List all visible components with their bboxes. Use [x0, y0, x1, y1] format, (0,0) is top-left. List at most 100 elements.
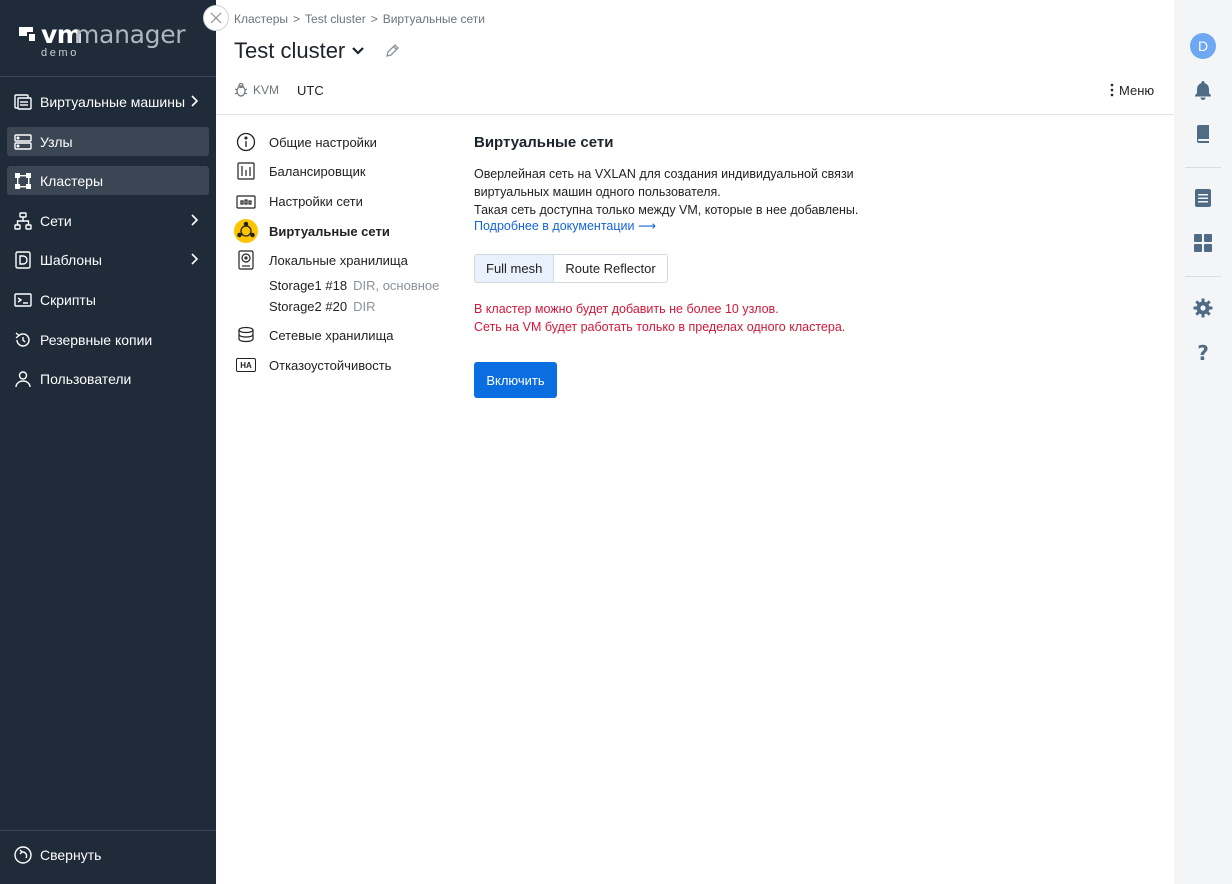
kvm-bug-icon	[234, 82, 248, 97]
sidebar-item-label: Скрипты	[40, 291, 96, 308]
breadcrumb: Кластеры > Test cluster > Виртуальные сети	[234, 12, 485, 26]
chevron-down-icon	[352, 47, 365, 55]
sidebar-item-label: Шаблоны	[40, 251, 102, 268]
settings-item-label: Общие настройки	[269, 134, 377, 150]
clusters-icon	[13, 171, 33, 191]
settings-item-network[interactable]: Настройки сети	[234, 189, 363, 213]
storage-name: Storage2 #20	[269, 299, 348, 314]
dashboard-icon[interactable]	[1192, 232, 1214, 254]
settings-item-local-storage[interactable]: Локальные хранилища	[234, 248, 408, 272]
sidebar-item-virtual-machines[interactable]: Виртуальные машины	[7, 87, 209, 116]
sidebar-item-users[interactable]: Пользователи	[7, 364, 209, 393]
settings-item-label: Виртуальные сети	[269, 223, 390, 239]
chevron-right-icon	[191, 95, 199, 107]
settings-item-label: Балансировщик	[269, 163, 366, 179]
vm-icon	[13, 92, 33, 112]
sidebar-item-nodes[interactable]: Узлы	[7, 127, 209, 156]
sidebar-item-label: Виртуальные машины	[40, 93, 186, 110]
sidebar-divider	[0, 76, 216, 77]
virtualization-type: KVM	[234, 82, 279, 98]
logo-demo-text: demo	[41, 47, 79, 59]
timezone-label: UTC	[297, 82, 324, 98]
page-title-text: Test cluster	[234, 38, 346, 63]
settings-item-balancer[interactable]: Балансировщик	[234, 159, 366, 183]
more-vertical-icon	[1110, 83, 1114, 97]
virtual-network-icon	[234, 219, 258, 243]
sidebar-item-backups[interactable]: Резервные копии	[7, 325, 209, 354]
mode-segmented-control: Full mesh Route Reflector	[474, 254, 668, 283]
logo-mark-icon	[19, 27, 35, 41]
storage-item-1[interactable]: Storage1 #18 DIR, основное	[269, 278, 439, 293]
settings-item-label: Настройки сети	[269, 193, 363, 209]
section-description: Оверлейная сеть на VXLAN для создания ин…	[474, 165, 894, 219]
settings-item-label: Отказоустойчивость	[269, 357, 392, 373]
sidebar-item-label: Сети	[40, 212, 72, 229]
warning-line: Сеть на VM будет работать только в преде…	[474, 320, 846, 334]
app-logo[interactable]: vm manager demo	[19, 20, 189, 60]
avatar[interactable]: D	[1190, 33, 1216, 59]
rail-divider	[1185, 276, 1221, 277]
documentation-link[interactable]: Подробнее в документации ⟶	[474, 218, 656, 233]
sidebar-item-label: Узлы	[40, 133, 73, 150]
chevron-right-icon	[191, 214, 199, 226]
breadcrumb-separator: >	[370, 12, 378, 26]
help-icon[interactable]: ?	[1192, 341, 1214, 365]
page-title[interactable]: Test cluster	[234, 38, 365, 64]
info-icon	[234, 130, 258, 154]
storage-type: DIR	[353, 299, 376, 314]
sidebar: vm manager demo Виртуальные машины Узлы …	[0, 0, 216, 884]
warning-text: В кластер можно будет добавить не более …	[474, 300, 845, 336]
ha-icon: HA	[234, 353, 258, 377]
chevron-right-icon	[191, 253, 199, 265]
sidebar-item-clusters[interactable]: Кластеры	[7, 166, 209, 195]
close-icon	[210, 12, 222, 24]
close-button[interactable]	[203, 5, 229, 31]
enable-button[interactable]: Включить	[474, 362, 557, 398]
menu-button[interactable]: Меню	[1108, 82, 1154, 98]
settings-item-label: Локальные хранилища	[269, 252, 408, 268]
templates-icon	[13, 250, 33, 270]
warning-line: В кластер можно будет добавить не более …	[474, 302, 779, 316]
virtualization-label: KVM	[253, 83, 280, 97]
list-icon[interactable]	[1192, 187, 1214, 209]
breadcrumb-item-current: Виртуальные сети	[382, 12, 485, 26]
settings-item-label: Сетевые хранилища	[269, 327, 394, 343]
local-storage-icon	[234, 248, 258, 272]
collapse-icon	[14, 845, 32, 864]
network-settings-icon	[234, 189, 258, 213]
logo-manager-text: manager	[75, 20, 186, 49]
gear-icon[interactable]	[1192, 297, 1214, 319]
sidebar-item-label: Резервные копии	[40, 331, 153, 348]
storage-type: DIR, основное	[353, 278, 440, 293]
scripts-icon	[13, 290, 33, 310]
settings-item-high-availability[interactable]: HA Отказоустойчивость	[234, 353, 391, 377]
settings-item-general[interactable]: Общие настройки	[234, 130, 377, 154]
user-icon	[13, 369, 33, 389]
edit-pencil-icon[interactable]	[384, 43, 400, 59]
sidebar-item-templates[interactable]: Шаблоны	[7, 245, 209, 274]
header-divider	[216, 114, 1174, 115]
storage-name: Storage1 #18	[269, 278, 348, 293]
balancer-icon	[234, 159, 258, 183]
collapse-label: Свернуть	[40, 846, 102, 863]
nodes-icon	[13, 132, 33, 152]
settings-item-network-storage[interactable]: Сетевые хранилища	[234, 323, 394, 347]
settings-item-virtual-networks[interactable]: Виртуальные сети	[234, 219, 390, 243]
book-icon[interactable]	[1192, 123, 1214, 145]
sidebar-item-networks[interactable]: Сети	[7, 206, 209, 235]
bell-icon[interactable]	[1192, 79, 1214, 101]
mode-route-reflector-button[interactable]: Route Reflector	[554, 255, 667, 282]
sidebar-item-scripts[interactable]: Скрипты	[7, 285, 209, 314]
sidebar-divider	[0, 830, 216, 831]
storage-item-2[interactable]: Storage2 #20 DIR	[269, 299, 375, 314]
breadcrumb-item-clusters[interactable]: Кластеры	[234, 12, 288, 26]
description-line: виртуальных машин одного пользователя.	[474, 185, 721, 199]
help-glyph: ?	[1197, 341, 1209, 365]
section-title: Виртуальные сети	[474, 134, 614, 151]
breadcrumb-item-cluster[interactable]: Test cluster	[305, 12, 366, 26]
sidebar-item-label: Пользователи	[40, 370, 132, 387]
menu-label: Меню	[1119, 82, 1155, 98]
description-line: Оверлейная сеть на VXLAN для создания ин…	[474, 167, 854, 181]
mode-full-mesh-button[interactable]: Full mesh	[475, 255, 555, 282]
collapse-sidebar-button[interactable]: Свернуть	[7, 840, 209, 869]
